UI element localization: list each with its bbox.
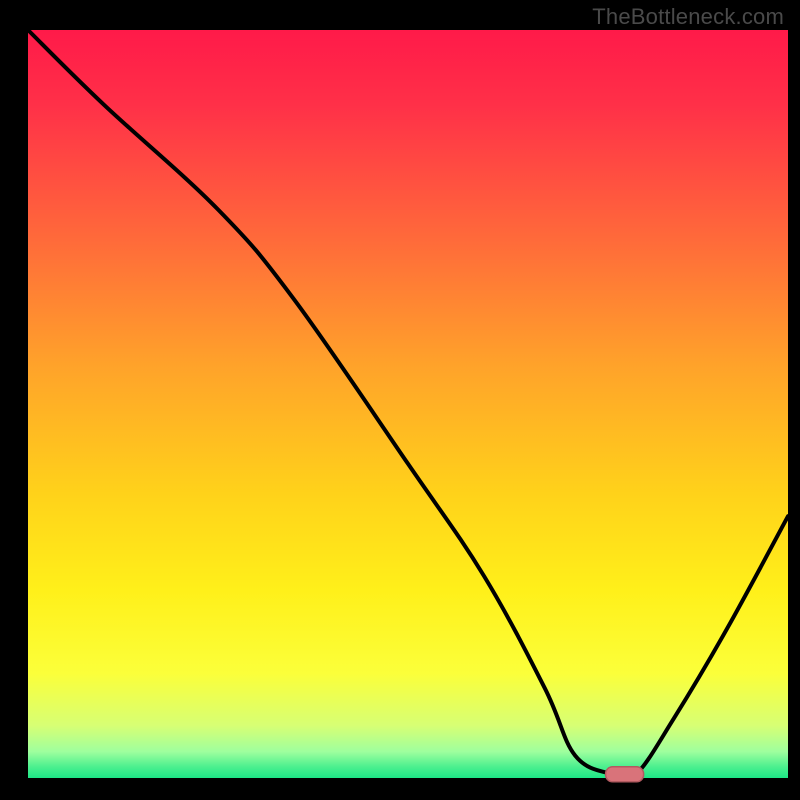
optimum-marker	[606, 767, 644, 782]
chart-background-gradient	[28, 30, 788, 778]
bottleneck-chart	[0, 0, 800, 800]
watermark-text: TheBottleneck.com	[592, 4, 784, 30]
chart-container: TheBottleneck.com	[0, 0, 800, 800]
